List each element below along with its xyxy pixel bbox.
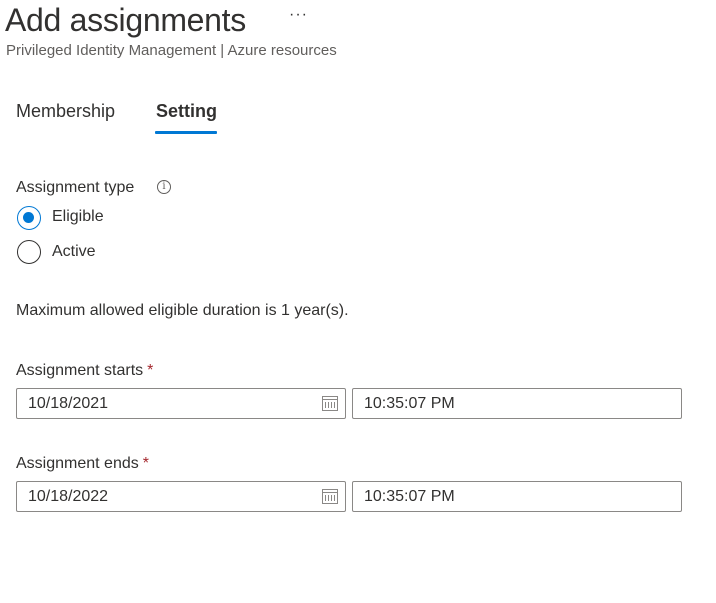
- more-options-button[interactable]: ···: [289, 6, 308, 24]
- start-time-input[interactable]: 10:35:07 PM: [352, 388, 682, 419]
- tab-membership[interactable]: Membership: [16, 101, 115, 122]
- calendar-icon[interactable]: [322, 489, 338, 504]
- duration-note: Maximum allowed eligible duration is 1 y…: [16, 302, 349, 319]
- required-marker: *: [147, 362, 154, 379]
- page-title: Add assignments: [5, 2, 246, 38]
- end-time-input[interactable]: 10:35:07 PM: [352, 481, 682, 512]
- end-date-value: 10/18/2022: [28, 488, 109, 505]
- breadcrumb-subtitle: Privileged Identity Management | Azure r…: [6, 42, 337, 59]
- end-time-value: 10:35:07 PM: [364, 488, 455, 505]
- calendar-icon[interactable]: [322, 396, 338, 411]
- assignment-type-label: Assignment type: [16, 179, 135, 196]
- assignment-starts-label-text: Assignment starts: [16, 362, 144, 379]
- start-date-value: 10/18/2021: [28, 395, 109, 412]
- assignment-starts-label: Assignment starts *: [16, 362, 153, 380]
- assignment-ends-label-text: Assignment ends: [16, 455, 139, 472]
- end-date-input[interactable]: 10/18/2022: [16, 481, 346, 512]
- start-date-input[interactable]: 10/18/2021: [16, 388, 346, 419]
- info-icon[interactable]: i: [157, 180, 171, 194]
- start-time-value: 10:35:07 PM: [364, 395, 455, 412]
- radio-active[interactable]: [17, 240, 41, 264]
- radio-eligible-label[interactable]: Eligible: [52, 208, 104, 226]
- radio-eligible[interactable]: [17, 206, 41, 230]
- selected-tab-indicator: [155, 131, 217, 134]
- radio-active-label[interactable]: Active: [52, 243, 96, 261]
- tab-setting[interactable]: Setting: [156, 101, 217, 122]
- assignment-ends-label: Assignment ends *: [16, 455, 149, 473]
- required-marker: *: [142, 455, 149, 472]
